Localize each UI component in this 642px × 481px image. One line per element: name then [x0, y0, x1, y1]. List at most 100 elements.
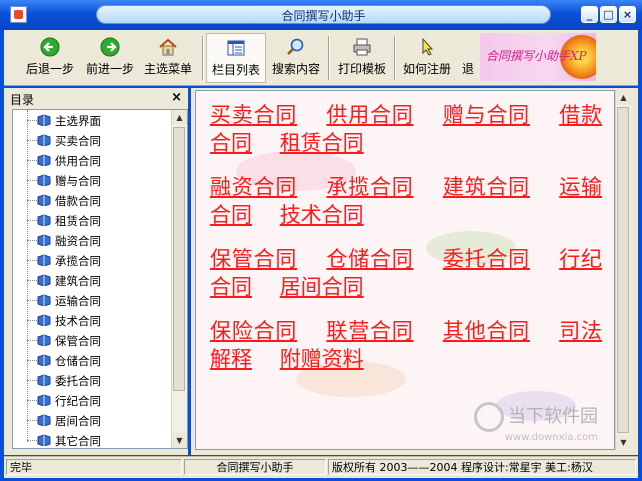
contract-link[interactable]: 附赠资料	[280, 347, 364, 371]
home-button[interactable]: 主选菜单	[140, 33, 196, 83]
search-button[interactable]: 搜索内容	[268, 33, 324, 83]
close-button[interactable]: ×	[619, 6, 636, 23]
scroll-up-arrow-icon[interactable]: ▲	[616, 90, 631, 105]
content-scrollbar[interactable]: ▲ ▼	[615, 90, 631, 450]
contract-link[interactable]: 保险合同	[210, 319, 297, 343]
register-button[interactable]: 如何注册	[400, 33, 454, 83]
watermark: 当下软件园 www.downxia.com	[474, 402, 598, 443]
toolbar-separator	[328, 36, 330, 80]
column-list-icon	[227, 40, 245, 56]
tree-item-label: 运输合同	[55, 294, 101, 308]
content-area: 买卖合同 供用合同 赠与合同 借款合同 租赁合同 融资合同 承揽合同 建筑合同 运…	[195, 90, 615, 450]
tree-branch-line	[27, 160, 37, 161]
tree-item-label: 赠与合同	[55, 174, 101, 188]
contract-link[interactable]: 其他合同	[443, 319, 530, 343]
book-icon	[37, 154, 51, 166]
tree-item-label: 委托合同	[55, 374, 101, 388]
exit-label: 退	[461, 62, 474, 76]
tree-branch-line	[27, 280, 37, 281]
contract-link[interactable]: 建筑合同	[443, 175, 530, 199]
book-icon	[37, 434, 51, 446]
scroll-down-arrow-icon[interactable]: ▼	[172, 433, 187, 448]
forward-button[interactable]: 前进一步	[82, 33, 138, 83]
contract-link[interactable]: 联营合同	[326, 319, 413, 343]
sidebar-title: 目录	[10, 93, 35, 107]
brand-text: 合同撰写小助手XP	[486, 49, 587, 63]
tree-branch-line	[27, 260, 37, 261]
sidebar-header: 目录 ×	[8, 90, 188, 107]
contract-link[interactable]: 技术合同	[280, 203, 364, 227]
home-label: 主选菜单	[143, 62, 192, 76]
scroll-thumb[interactable]	[617, 107, 629, 433]
book-icon	[37, 394, 51, 406]
tree-scrollbar[interactable]: ▲ ▼	[171, 110, 187, 448]
book-icon	[37, 314, 51, 326]
scroll-down-arrow-icon[interactable]: ▼	[616, 435, 631, 450]
link-group: 融资合同 承揽合同 建筑合同 运输合同 技术合同	[210, 173, 602, 229]
status-bar: 完毕 合同撰写小助手 版权所有 2003——2004 程序设计:常星宇 美工:杨…	[4, 456, 638, 478]
columns-label: 栏目列表	[211, 63, 260, 77]
sidebar: 目录 × 主选界面 买卖合同 供用合同 赠与合同 借款合同 租赁合同 融资合同 承揽合同 建筑合…	[4, 88, 188, 455]
title-bar[interactable]: 合同撰写小助手 _ □ ×	[0, 0, 642, 30]
book-icon	[37, 194, 51, 206]
maximize-button[interactable]: □	[600, 6, 617, 23]
app-icon[interactable]	[10, 6, 27, 23]
tree-item-label: 技术合同	[55, 314, 101, 328]
tree-item-label: 居间合同	[55, 414, 101, 428]
register-label: 如何注册	[402, 62, 451, 76]
main-panel: 买卖合同 供用合同 赠与合同 借款合同 租赁合同 融资合同 承揽合同 建筑合同 运…	[191, 88, 638, 455]
minimize-icon: _	[586, 8, 593, 21]
tree-branch-line	[27, 120, 37, 121]
tree-branch-line	[27, 180, 37, 181]
contract-link[interactable]: 供用合同	[326, 103, 413, 127]
tree-item-label: 仓储合同	[55, 354, 101, 368]
maximize-icon: □	[603, 8, 614, 21]
search-icon	[287, 38, 304, 55]
tree-branch-line	[27, 300, 37, 301]
status-state: 完毕	[6, 459, 182, 475]
book-icon	[37, 414, 51, 426]
print-button[interactable]: 打印模板	[334, 33, 390, 83]
sidebar-close-icon[interactable]: ×	[171, 90, 182, 105]
book-icon	[37, 294, 51, 306]
tree-item-label: 供用合同	[55, 154, 101, 168]
print-label: 打印模板	[337, 62, 386, 76]
title-pill: 合同撰写小助手	[96, 5, 551, 24]
columns-button[interactable]: 栏目列表	[206, 33, 266, 83]
contract-link[interactable]: 仓储合同	[326, 247, 413, 271]
contract-link[interactable]: 融资合同	[210, 175, 297, 199]
app-window: 合同撰写小助手 _ □ × 后退一步 前进一步 主选菜单 栏目列表 搜索内容 打…	[0, 0, 642, 481]
tree-branch-line	[27, 380, 37, 381]
contract-link[interactable]: 赠与合同	[443, 103, 530, 127]
status-copyright: 版权所有 2003——2004 程序设计:常星宇 美工:杨汉	[328, 459, 636, 475]
link-group: 买卖合同 供用合同 赠与合同 借款合同 租赁合同	[210, 101, 602, 157]
pointer-icon	[422, 37, 434, 56]
tree-branch-line	[27, 400, 37, 401]
book-icon	[37, 354, 51, 366]
window-title: 合同撰写小助手	[281, 9, 366, 23]
tree-item-label: 主选界面	[55, 114, 101, 128]
book-icon	[37, 114, 51, 126]
brand-banner: 合同撰写小助手XP	[480, 33, 596, 81]
contract-link[interactable]: 保管合同	[210, 247, 297, 271]
toolbar-separator	[202, 36, 204, 80]
scroll-thumb[interactable]	[173, 127, 185, 391]
scroll-up-arrow-icon[interactable]: ▲	[172, 110, 187, 125]
tree-view[interactable]: 主选界面 买卖合同 供用合同 赠与合同 借款合同 租赁合同 融资合同 承揽合同 建筑合同 运输合同…	[12, 109, 188, 449]
status-app: 合同撰写小助手	[184, 459, 326, 475]
contract-link[interactable]: 租赁合同	[280, 131, 364, 155]
book-icon	[37, 174, 51, 186]
contract-link[interactable]: 居间合同	[280, 275, 364, 299]
book-icon	[37, 214, 51, 226]
tree-branch-line	[27, 420, 37, 421]
minimize-button[interactable]: _	[581, 6, 598, 23]
tree-item-label: 融资合同	[55, 234, 101, 248]
search-label: 搜索内容	[271, 62, 320, 76]
tree-branch-line	[27, 440, 37, 441]
back-button[interactable]: 后退一步	[22, 33, 78, 83]
contract-link[interactable]: 委托合同	[443, 247, 530, 271]
contract-link[interactable]: 买卖合同	[210, 103, 297, 127]
contract-link[interactable]: 承揽合同	[326, 175, 413, 199]
exit-button[interactable]: 退	[458, 33, 478, 83]
book-icon	[37, 134, 51, 146]
